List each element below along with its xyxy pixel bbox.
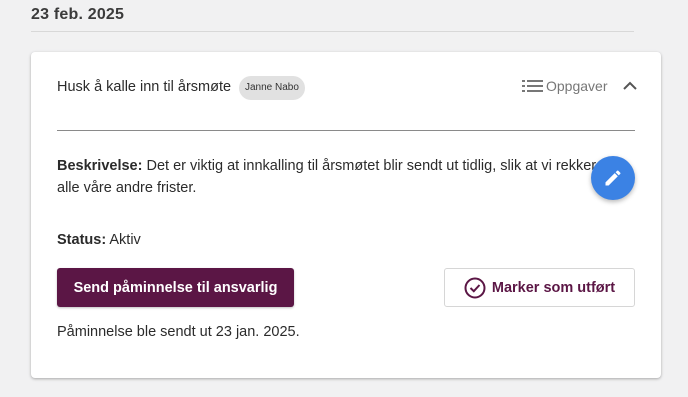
reminder-note: Påminnelse ble sendt ut 23 jan. 2025. xyxy=(57,324,300,340)
collapse-button[interactable] xyxy=(620,76,640,96)
tasks-link-label: Oppgaver xyxy=(546,78,608,94)
chevron-up-icon xyxy=(623,81,637,90)
date-header: 23 feb. 2025 xyxy=(31,6,125,23)
check-circle-icon xyxy=(464,277,486,298)
task-card: Husk å kalle inn til årsmøte Janne Nabo … xyxy=(31,52,661,378)
status-label: Status: xyxy=(57,232,107,248)
date-divider xyxy=(31,31,634,32)
description-label: Beskrivelse: xyxy=(57,158,143,174)
tasks-link[interactable]: Oppgaver xyxy=(522,78,607,94)
list-icon xyxy=(522,80,543,92)
send-reminder-label: Send påminnelse til ansvarlig xyxy=(73,279,278,296)
mark-done-button[interactable]: Marker som utført xyxy=(444,268,635,307)
assignee-chip: Janne Nabo xyxy=(239,76,305,100)
title-divider xyxy=(57,130,635,131)
status-value: Aktiv xyxy=(109,232,141,248)
mark-done-label: Marker som utført xyxy=(491,279,616,296)
edit-button[interactable] xyxy=(591,156,635,200)
send-reminder-button[interactable]: Send påminnelse til ansvarlig xyxy=(57,268,294,307)
pencil-icon xyxy=(605,170,621,186)
task-description: Beskrivelse: Det er viktig at innkalling… xyxy=(57,155,597,199)
task-status: Status: Aktiv xyxy=(57,232,141,248)
task-title: Husk å kalle inn til årsmøte xyxy=(57,79,232,95)
